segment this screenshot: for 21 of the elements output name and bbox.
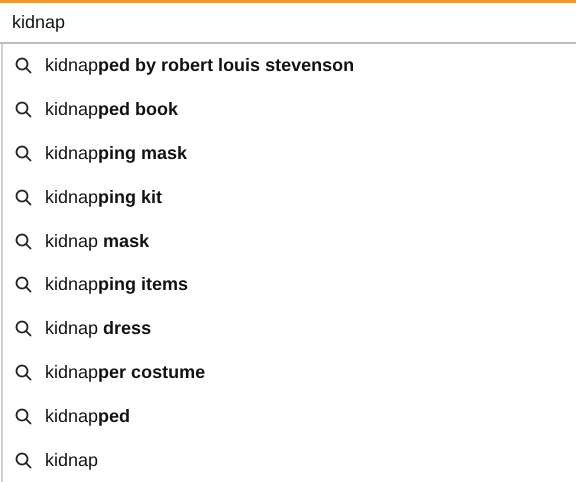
- search-icon: [15, 320, 32, 338]
- search-icon: [15, 145, 32, 162]
- search-icon: [15, 188, 32, 206]
- search-icon: [15, 452, 32, 469]
- search-icon: [15, 57, 32, 74]
- search-icon: [15, 101, 32, 118]
- suggestion-item[interactable]: kidnapping mask: [3, 132, 576, 176]
- search-icon: [15, 408, 32, 425]
- suggestion-item[interactable]: kidnapper costume: [3, 350, 576, 394]
- suggestion-item[interactable]: kidnap dress: [3, 306, 576, 351]
- search-icon: [15, 276, 32, 294]
- suggestion-item[interactable]: kidnap mask: [3, 219, 576, 264]
- suggestion-item[interactable]: kidnapped: [3, 394, 576, 438]
- suggestion-item[interactable]: kidnap: [3, 438, 576, 482]
- search-icon: [15, 232, 32, 250]
- suggestion-item[interactable]: kidnapped by robert louis stevenson: [3, 44, 576, 88]
- search-icon: [15, 364, 32, 381]
- suggestion-item[interactable]: kidnapping kit: [3, 175, 576, 220]
- suggestion-item[interactable]: kidnapped book: [3, 88, 576, 132]
- search-field[interactable]: kidnap: [0, 0, 576, 44]
- suggestion-item[interactable]: kidnapping items: [3, 263, 576, 307]
